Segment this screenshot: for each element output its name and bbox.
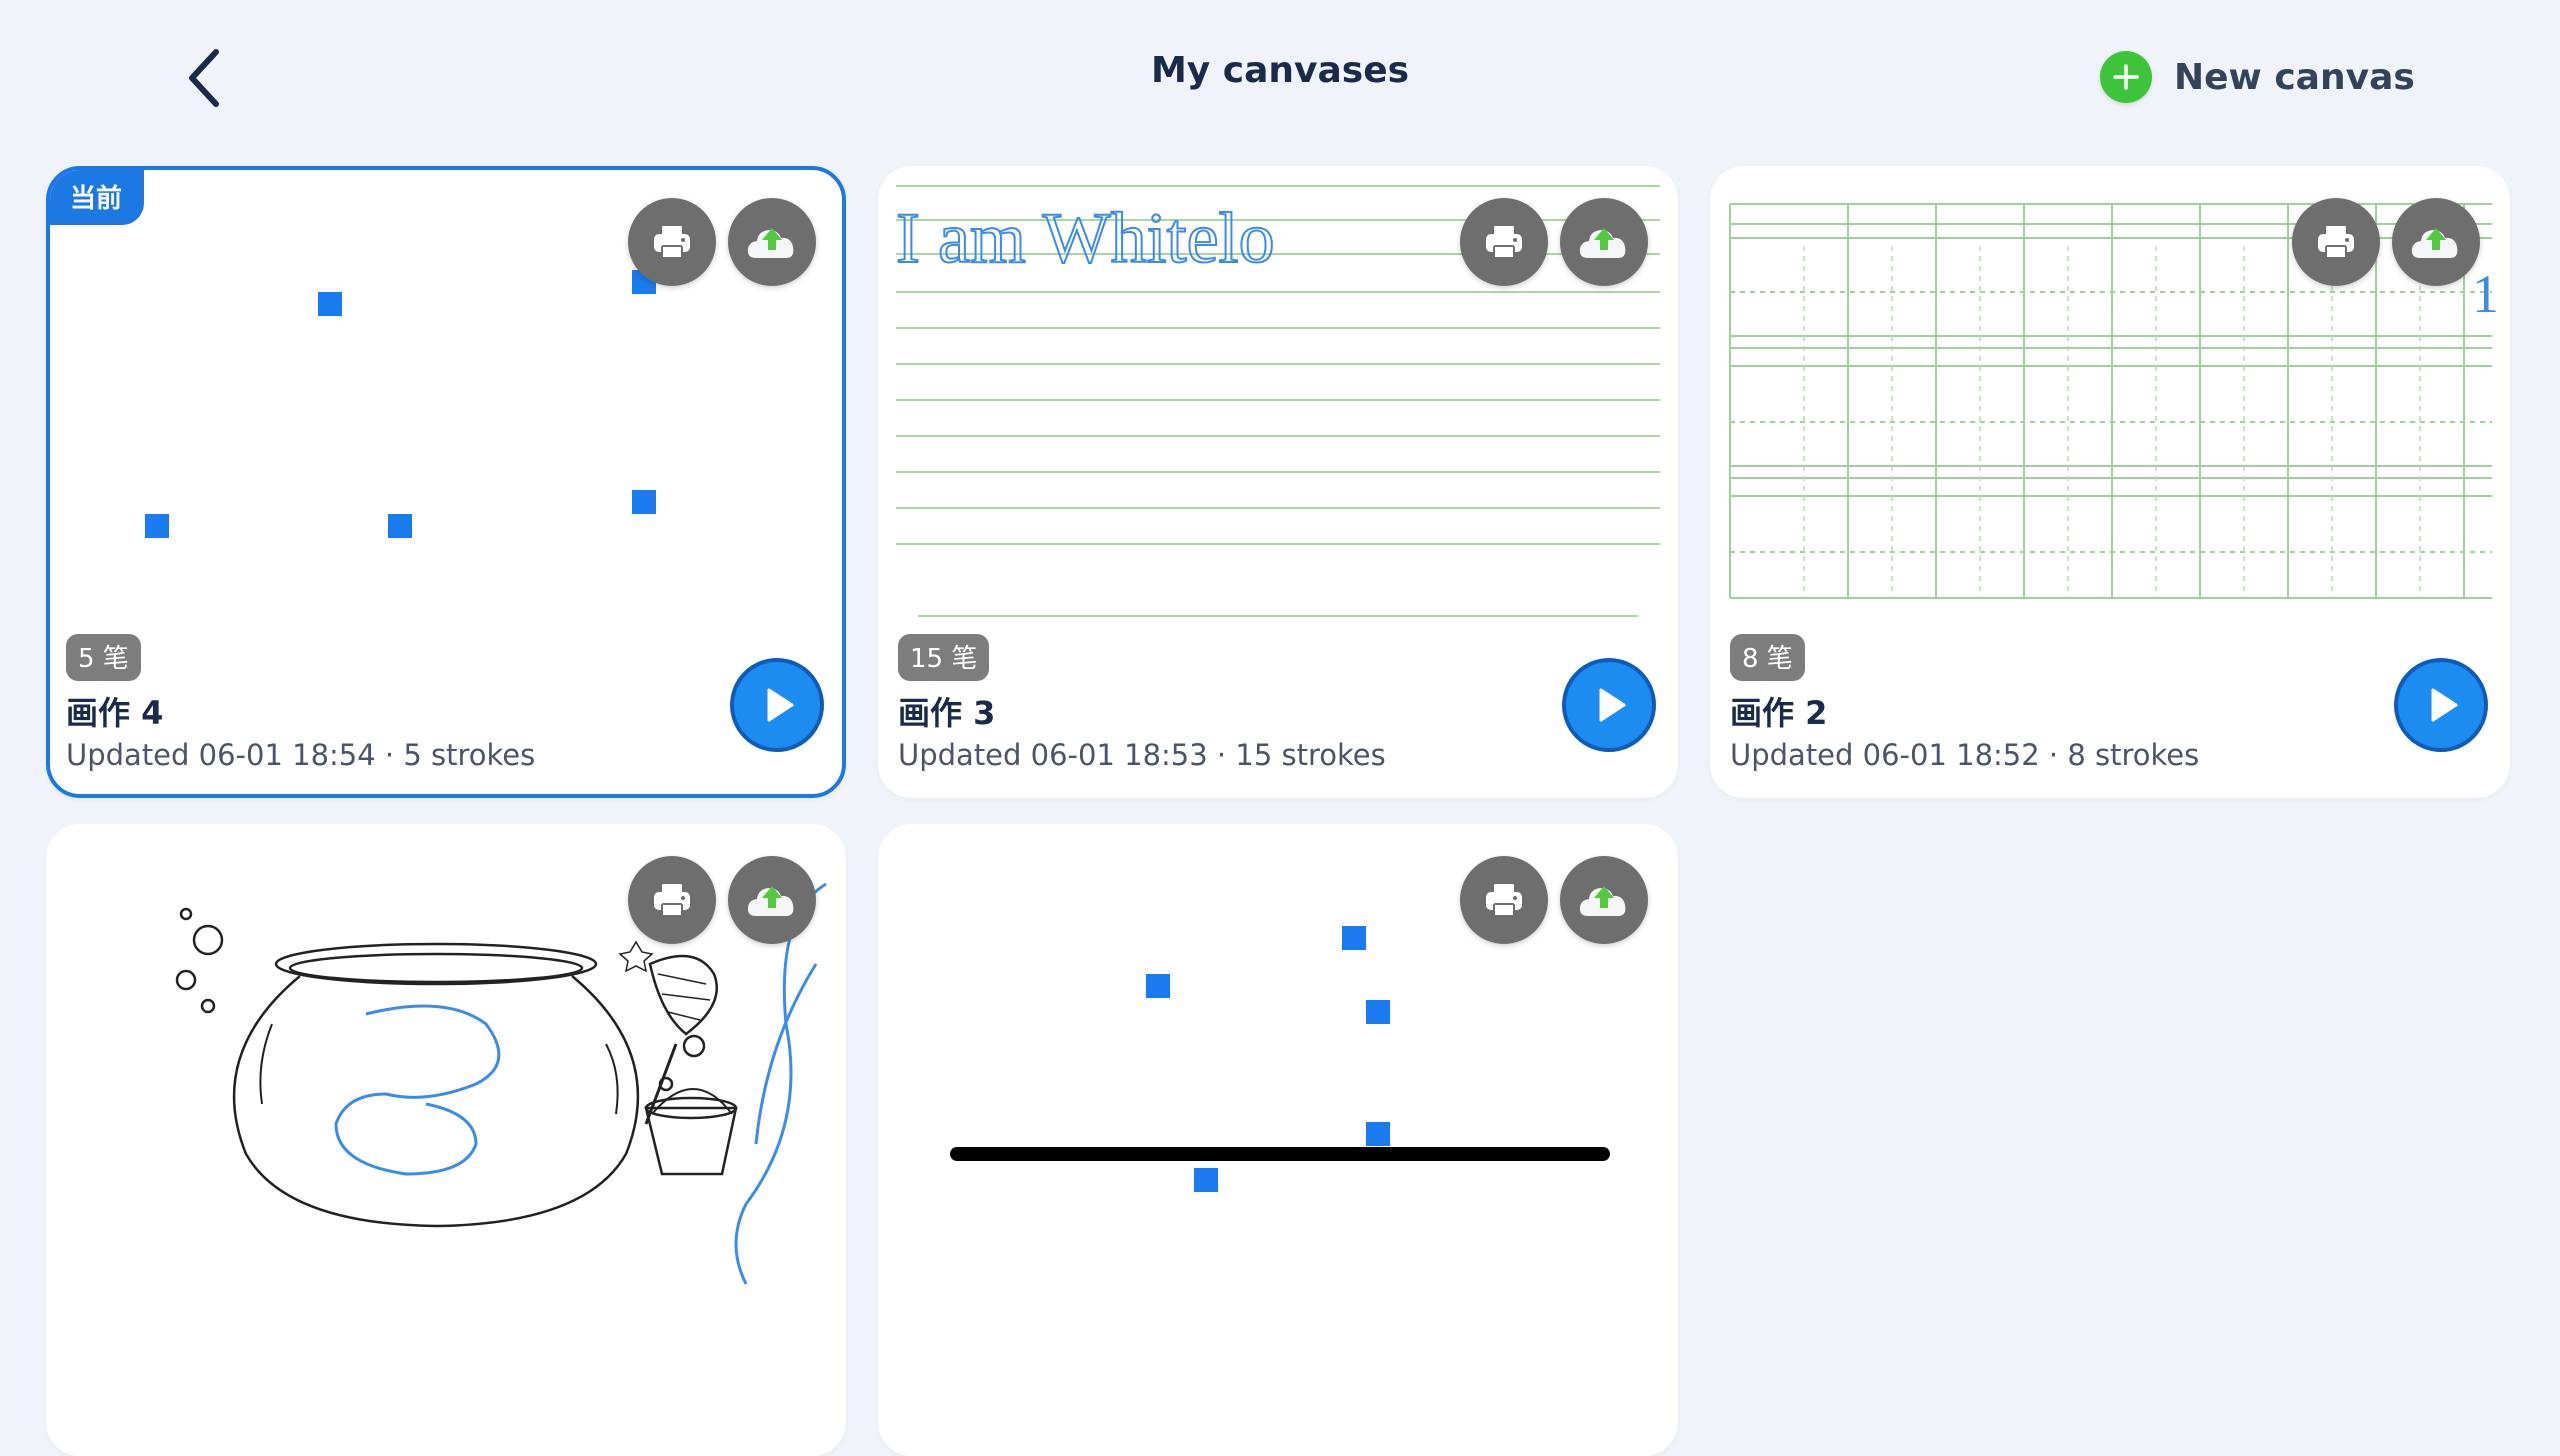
home-indicator[interactable]	[950, 1147, 1610, 1161]
canvas-meta: Updated 06-01 18:52 · 8 strokes	[1730, 738, 2200, 772]
canvas-card[interactable]	[878, 824, 1678, 1456]
print-button[interactable]	[628, 856, 716, 944]
cloud-upload-icon	[1579, 886, 1626, 916]
cloud-upload-icon	[747, 228, 794, 258]
play-button[interactable]	[2394, 658, 2488, 752]
print-button[interactable]	[2292, 198, 2380, 286]
print-button[interactable]	[1460, 856, 1548, 944]
canvas-meta: Updated 06-01 18:53 · 15 strokes	[898, 738, 1386, 772]
new-canvas-label: New canvas	[2174, 56, 2415, 98]
canvas-thumbnail	[145, 270, 656, 538]
play-icon	[2431, 688, 2458, 722]
canvas-card[interactable]	[46, 824, 846, 1456]
canvas-thumbnail: 1	[1729, 203, 2499, 599]
upload-button[interactable]	[728, 856, 816, 944]
canvas-card[interactable]: 当前 5 笔 画作 4 Updated 06-01 18:54 · 5 stro…	[46, 166, 846, 798]
printer-icon	[1486, 226, 1522, 259]
new-canvas-button[interactable]: New canvas	[2100, 48, 2415, 106]
canvas-card[interactable]: 1 8 笔 画作 2 Updated 06-01 18:52 · 8 strok…	[1710, 166, 2510, 798]
stroke-count-badge: 5 笔	[66, 634, 141, 681]
printer-icon	[2318, 226, 2354, 259]
canvas-card[interactable]: I am Whitelo 15 笔 画作 3 Updated 06-01 18:…	[878, 166, 1678, 798]
upload-button[interactable]	[1560, 856, 1648, 944]
stroke-count-badge: 8 笔	[1730, 634, 1805, 681]
upload-button[interactable]	[2392, 198, 2480, 286]
canvas-name: 画作 4	[66, 694, 164, 732]
cloud-upload-icon	[2411, 228, 2458, 258]
printer-icon	[654, 226, 690, 259]
plus-circle-icon	[2100, 51, 2152, 103]
upload-button[interactable]	[728, 198, 816, 286]
canvas-meta: Updated 06-01 18:54 · 5 strokes	[66, 738, 536, 772]
play-button[interactable]	[1562, 658, 1656, 752]
canvas-name: 画作 3	[898, 694, 996, 732]
stroke-count-badge: 15 笔	[898, 634, 990, 681]
print-button[interactable]	[1460, 198, 1548, 286]
canvas-name: 画作 2	[1730, 694, 1828, 732]
cloud-upload-icon	[1579, 228, 1626, 258]
print-button[interactable]	[628, 198, 716, 286]
cloud-upload-icon	[747, 886, 794, 916]
handwriting-text: 1	[2472, 264, 2499, 324]
handwriting-text: I am Whitelo	[896, 198, 1275, 278]
play-icon	[1599, 688, 1626, 722]
upload-button[interactable]	[1560, 198, 1648, 286]
canvas-thumbnail: I am Whitelo	[895, 185, 1660, 617]
header: My canvases New canvas	[0, 0, 2560, 160]
current-tag: 当前	[50, 170, 145, 225]
printer-icon	[654, 884, 690, 917]
printer-icon	[1486, 884, 1522, 917]
play-button[interactable]	[730, 658, 824, 752]
canvas-thumbnail	[1146, 926, 1390, 1192]
canvas-thumbnail	[175, 882, 827, 1285]
play-icon	[767, 688, 794, 722]
